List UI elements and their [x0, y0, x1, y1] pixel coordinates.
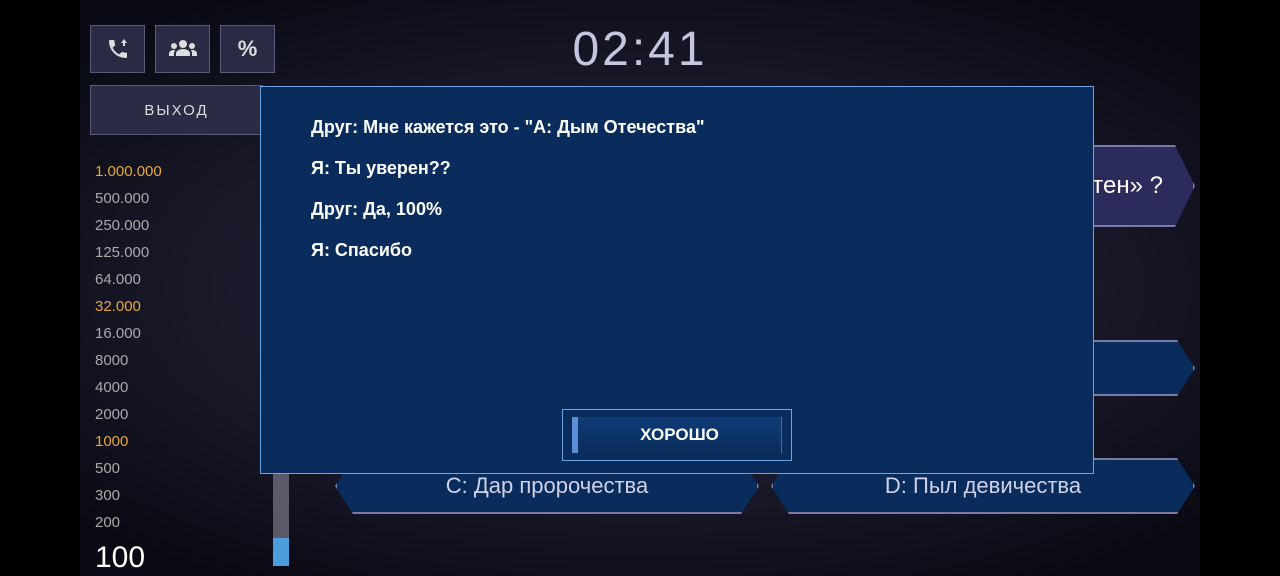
dialogue-line: Я: Ты уверен??	[311, 158, 1043, 179]
prize-level: 500	[95, 460, 162, 477]
audience-icon	[169, 38, 197, 60]
prize-level: 200	[95, 514, 162, 531]
prize-level: 32.000	[95, 298, 162, 315]
prize-level: 2000	[95, 406, 162, 423]
prize-level: 4000	[95, 379, 162, 396]
ok-label: ХОРОШО	[572, 417, 782, 453]
prize-level: 1.000.000	[95, 163, 162, 180]
prize-ladder: 1.000.000 500.000 250.000 125.000 64.000 32.0…	[95, 163, 162, 575]
dialogue-line: Я: Спасибо	[311, 240, 1043, 261]
exit-label: ВЫХОД	[144, 102, 208, 119]
progress-bar	[273, 474, 289, 566]
prize-level: 64.000	[95, 271, 162, 288]
prize-level: 300	[95, 487, 162, 504]
dialogue-line: Друг: Да, 100%	[311, 199, 1043, 220]
percent-icon: %	[238, 36, 258, 62]
prize-level: 8000	[95, 352, 162, 369]
pillarbox-right	[1200, 0, 1280, 576]
lifeline-fifty-button[interactable]: %	[220, 25, 275, 73]
answer-c-label: C: Дар пророчества	[446, 473, 648, 499]
dialogue-line: Друг: Мне кажется это - "А: Дым Отечеств…	[311, 117, 1043, 138]
prize-level: 1000	[95, 433, 162, 450]
phone-icon	[106, 37, 130, 61]
lifelines-bar: %	[90, 25, 275, 73]
progress-fill	[273, 538, 289, 566]
answer-d-label: D: Пыл девичества	[885, 473, 1081, 499]
prize-level: 250.000	[95, 217, 162, 234]
dialogue-content: Друг: Мне кажется это - "А: Дым Отечеств…	[311, 117, 1043, 261]
exit-button[interactable]: ВЫХОД	[90, 85, 263, 135]
prize-level: 125.000	[95, 244, 162, 261]
timer-display: 02:41	[572, 22, 707, 77]
current-amount: 100	[95, 541, 162, 575]
lifeline-audience-button[interactable]	[155, 25, 210, 73]
pillarbox-left	[0, 0, 80, 576]
lifeline-phone-button[interactable]	[90, 25, 145, 73]
ok-button[interactable]: ХОРОШО	[562, 409, 792, 461]
prize-level: 16.000	[95, 325, 162, 342]
phone-friend-dialogue: Друг: Мне кажется это - "А: Дым Отечеств…	[260, 86, 1094, 474]
prize-level: 500.000	[95, 190, 162, 207]
